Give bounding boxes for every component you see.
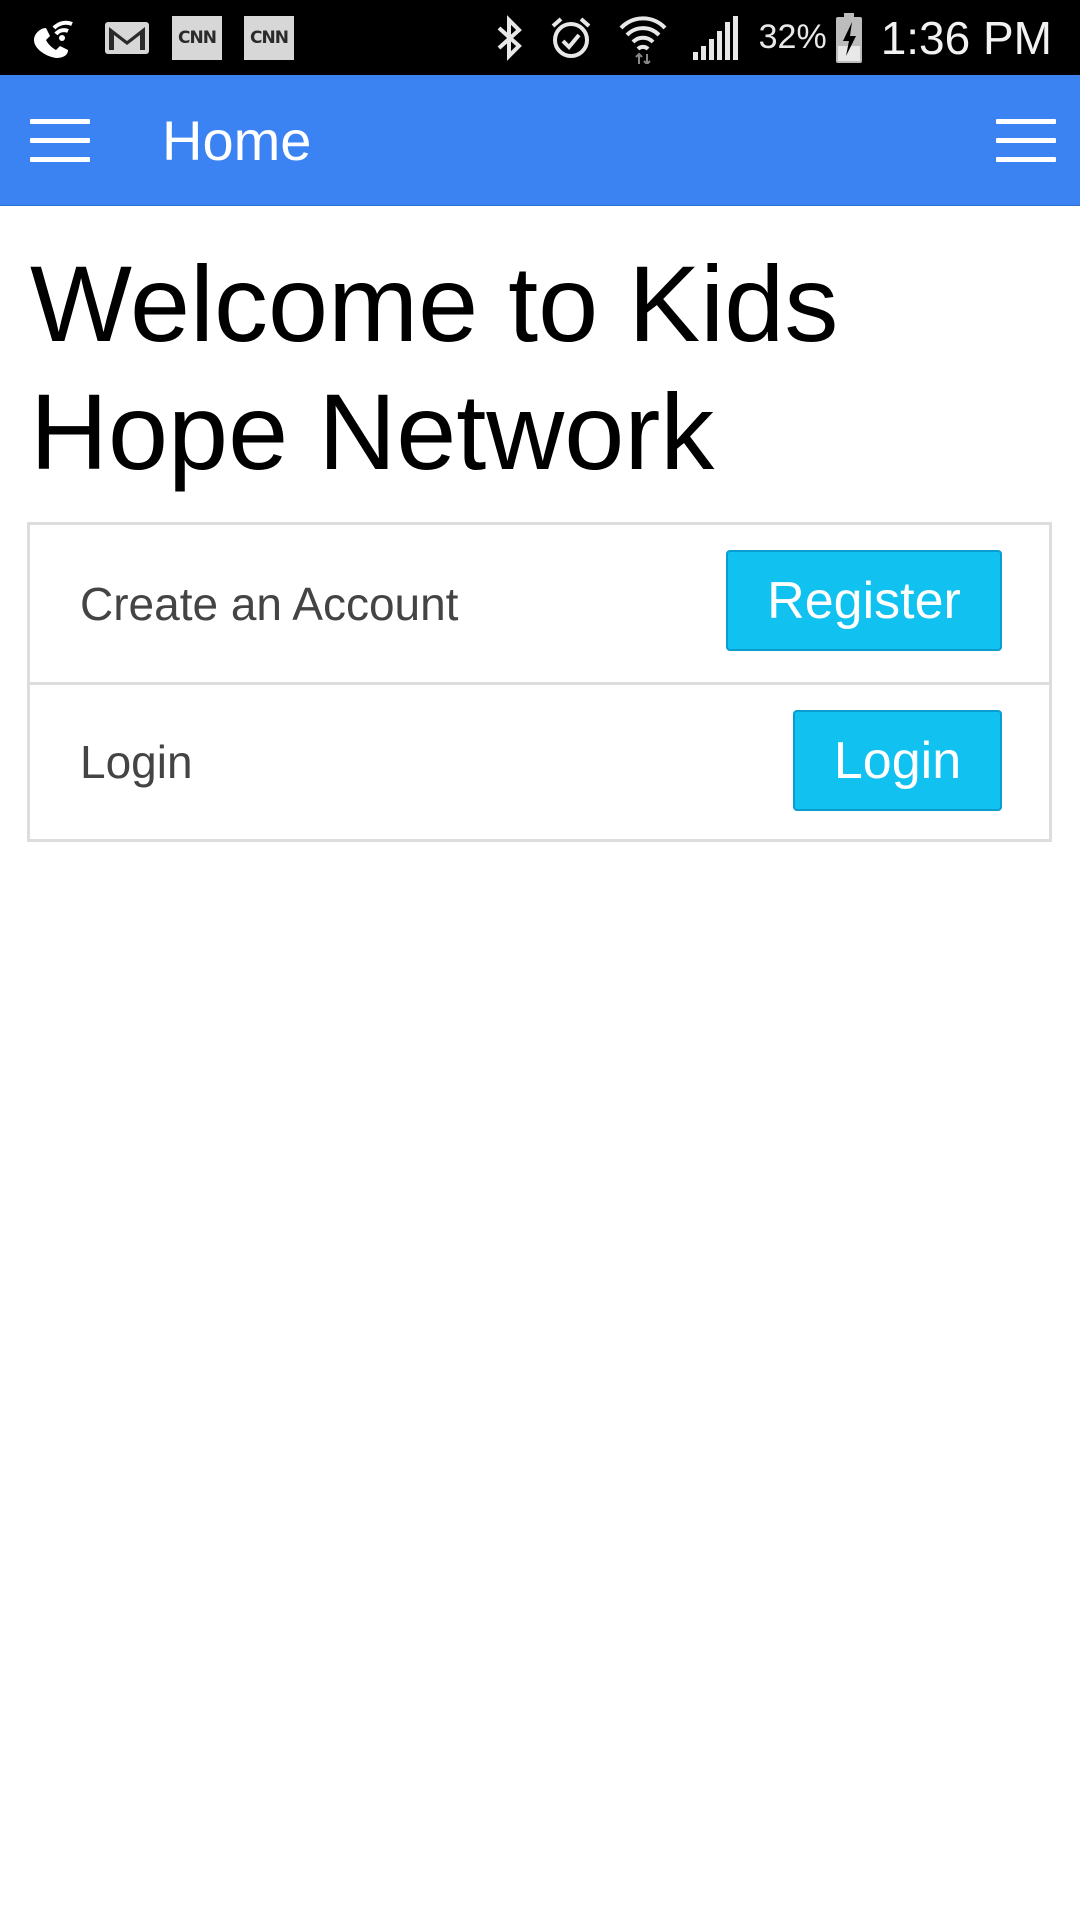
hamburger-menu-icon[interactable] [996, 105, 1060, 175]
welcome-heading: Welcome to Kids Hope Network [30, 243, 839, 492]
wifi-icon [617, 12, 669, 64]
app-bar: Home [0, 75, 1080, 206]
signal-icon [691, 14, 739, 62]
cnn-icon: CNN [244, 15, 294, 60]
status-bar-notifications: CNN CNN [30, 0, 316, 75]
hamburger-menu-icon[interactable] [30, 105, 94, 175]
wifi-calling-icon [30, 14, 82, 62]
list-item-login: Login Login [30, 682, 1049, 839]
login-button[interactable]: Login [793, 710, 1002, 811]
create-account-label: Create an Account [80, 577, 459, 630]
register-button[interactable]: Register [726, 550, 1002, 651]
gmail-icon [104, 21, 150, 55]
bluetooth-icon [495, 14, 525, 62]
status-bar-system: 32% 1:36 PM [473, 0, 1052, 75]
alarm-icon [547, 14, 595, 62]
login-label: Login [80, 736, 193, 788]
page-title: Home [162, 109, 312, 172]
battery-percent: 32% [758, 18, 827, 56]
clock: 1:36 PM [880, 11, 1052, 64]
status-bar: CNN CNN 32% 1:36 PM [0, 0, 1080, 75]
cnn-icon: CNN [172, 15, 222, 60]
list-item-create-account: Create an Account Register [30, 525, 1049, 682]
battery-charging-icon [835, 12, 863, 64]
account-list: Create an Account Register Login Login [27, 522, 1052, 842]
